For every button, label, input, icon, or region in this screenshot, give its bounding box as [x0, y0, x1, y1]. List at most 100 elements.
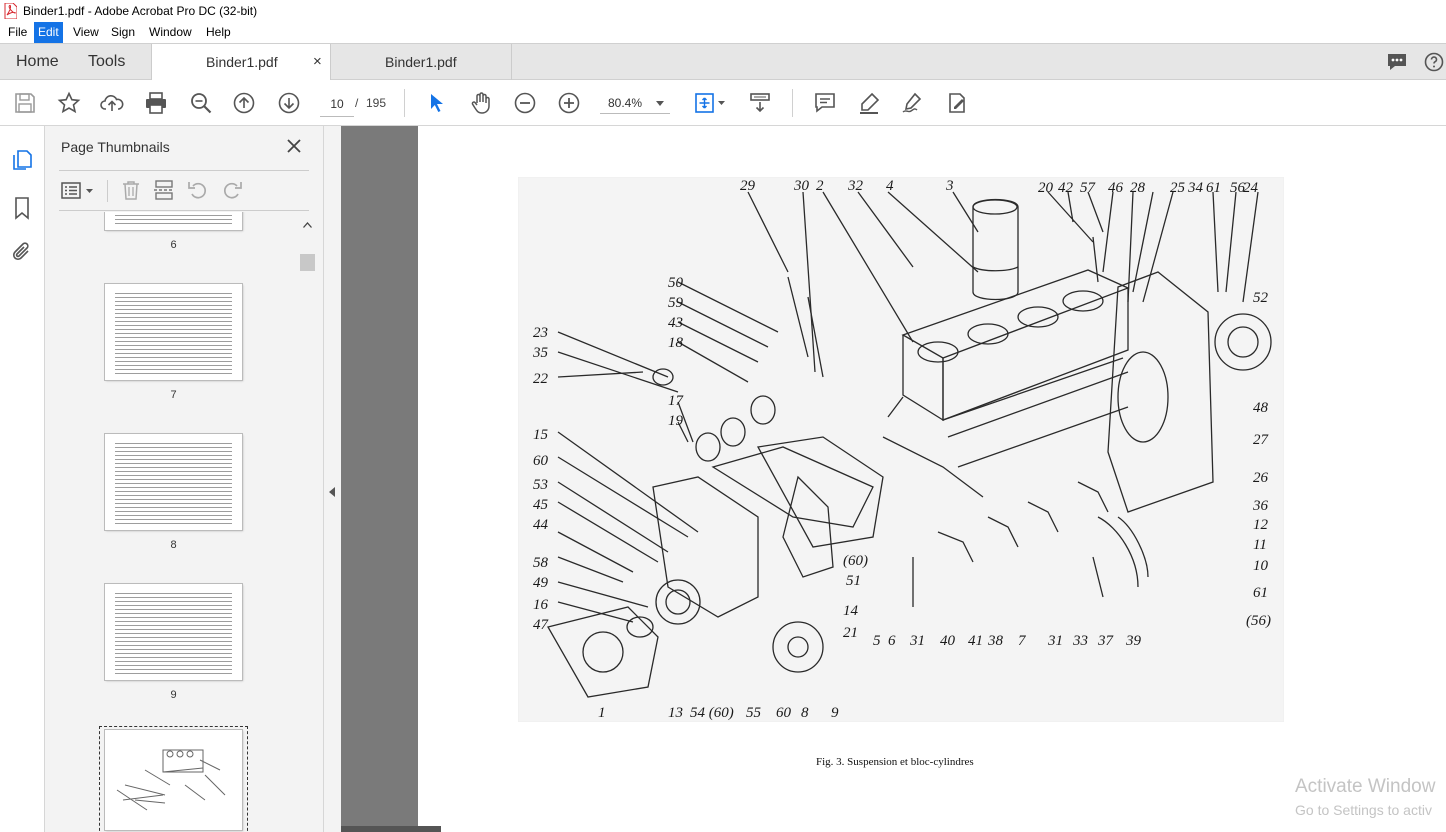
- figure-callout-number: 48: [1253, 400, 1269, 416]
- chevron-down-icon[interactable]: [656, 101, 664, 106]
- zoom-level-field[interactable]: 80.4%: [600, 92, 670, 114]
- page-thumbnails-panel: Page Thumbnails 6 7 8 9: [45, 126, 323, 832]
- tab-document-inactive[interactable]: Binder1.pdf: [331, 44, 512, 80]
- figure-callout-number: 30: [793, 178, 810, 194]
- zoom-search-icon[interactable]: [189, 91, 213, 115]
- page-fit-icon[interactable]: [693, 91, 727, 115]
- figure-callout-number: 45: [533, 497, 549, 513]
- thumbnail-page[interactable]: [105, 284, 242, 380]
- tab-document-active[interactable]: Binder1.pdf ×: [151, 44, 331, 80]
- figure-callout-number: 52: [1253, 290, 1269, 306]
- tab-bar: Home Tools Binder1.pdf × Binder1.pdf: [0, 43, 1446, 80]
- figure-callout-number: 13: [668, 705, 683, 721]
- print-icon[interactable]: [144, 91, 168, 115]
- thumbnail-page-number: 7: [170, 389, 177, 401]
- delete-trash-icon[interactable]: [120, 179, 142, 201]
- toolbar-divider: [404, 89, 405, 117]
- rotate-clockwise-icon[interactable]: [221, 179, 243, 201]
- thumbnail-page[interactable]: [105, 212, 242, 230]
- scroll-up-arrow-icon[interactable]: [303, 222, 312, 228]
- draw-freehand-icon[interactable]: [900, 91, 924, 115]
- thumbnail-figure-preview: [116, 749, 226, 811]
- page-count: 195: [366, 96, 387, 110]
- bookmarks-icon[interactable]: [10, 196, 34, 220]
- scrollbar-thumb[interactable]: [300, 254, 315, 271]
- menu-file[interactable]: File: [4, 22, 31, 43]
- engine-block-exploded-drawing: 29 30 2 32 4 3 20 42 57 46 28 25 34 61 562450594318233…: [518, 177, 1284, 722]
- figure-callout-number: 49: [533, 575, 549, 591]
- toolbar: / 195 80.4%: [0, 80, 1446, 126]
- figure-callout-number: 31: [1047, 633, 1063, 649]
- thumbnail-page[interactable]: [105, 434, 242, 530]
- figure-callout-number: 51: [846, 573, 861, 589]
- tab-document-label: Binder1.pdf: [385, 54, 457, 70]
- figure-callout-number: 50: [668, 275, 684, 291]
- menu-help[interactable]: Help: [202, 22, 235, 43]
- thumbnail-page-number: 9: [170, 689, 177, 701]
- figure-callout-number: 37: [1097, 633, 1115, 649]
- figure-callout-number: 42: [1058, 180, 1074, 196]
- menu-edit[interactable]: Edit: [34, 22, 63, 43]
- menu-view[interactable]: View: [69, 22, 103, 43]
- save-icon[interactable]: [13, 91, 37, 115]
- figure-callout-number: 28: [1130, 180, 1146, 196]
- highlight-pen-icon[interactable]: [857, 91, 881, 115]
- page-separator: /: [355, 96, 359, 110]
- panel-divider: [59, 210, 309, 211]
- hand-pan-icon[interactable]: [469, 91, 493, 115]
- panel-divider: [59, 170, 309, 171]
- insert-page-icon[interactable]: [153, 179, 175, 201]
- toolbar-divider: [792, 89, 793, 117]
- previous-page-icon[interactable]: [232, 91, 256, 115]
- rotate-counterclockwise-icon[interactable]: [187, 179, 209, 201]
- select-arrow-icon[interactable]: [425, 91, 449, 115]
- thumbnail-page[interactable]: [105, 584, 242, 680]
- comment-bubble-icon[interactable]: [1386, 52, 1408, 72]
- fill-sign-icon[interactable]: [945, 91, 969, 115]
- figure-callout-number: (56): [1246, 613, 1271, 629]
- figure-callout-number: 11: [1253, 537, 1267, 553]
- next-page-icon[interactable]: [277, 91, 301, 115]
- tab-close-icon[interactable]: ×: [313, 44, 322, 80]
- figure-callout-number: 31: [909, 633, 925, 649]
- panel-splitter[interactable]: [323, 126, 341, 832]
- figure-callout-number: 39: [1125, 633, 1142, 649]
- figure-callout-number: 6: [888, 633, 896, 649]
- figure-caption: Fig. 3. Suspension et bloc-cylindres: [816, 756, 974, 768]
- figure-callout-number: 61: [1206, 180, 1221, 196]
- figure-callout-number: 12: [1253, 517, 1269, 533]
- activation-watermark-title: Activate Window: [1295, 776, 1436, 797]
- figure-callout-number: 60: [776, 705, 792, 721]
- attachments-paperclip-icon[interactable]: [10, 240, 34, 264]
- tab-tools[interactable]: Tools: [88, 44, 125, 80]
- figure-callout-number: 25: [1170, 180, 1186, 196]
- figure-callout-number: 58: [533, 555, 549, 571]
- menu-sign[interactable]: Sign: [107, 22, 139, 43]
- title-bar: Binder1.pdf - Adobe Acrobat Pro DC (32-b…: [0, 0, 1446, 22]
- cloud-upload-icon[interactable]: [100, 91, 124, 115]
- thumbnail-page-number: 8: [170, 539, 177, 551]
- figure-callout-number: 22: [533, 371, 549, 387]
- acrobat-app-icon: [4, 3, 17, 19]
- page-thumbnails-icon[interactable]: [10, 148, 34, 172]
- figure-callout-number: 2: [816, 178, 824, 194]
- figure-callout-number: 26: [1253, 470, 1269, 486]
- zoom-out-icon[interactable]: [513, 91, 537, 115]
- thumbnail-page-current[interactable]: [105, 730, 242, 830]
- thumbnail-scrollbar[interactable]: [299, 216, 316, 832]
- scroll-mode-icon[interactable]: [748, 91, 772, 115]
- current-page-input[interactable]: [320, 92, 354, 117]
- tab-home[interactable]: Home: [16, 44, 59, 80]
- figure-callout-number: 40: [940, 633, 956, 649]
- figure-callout-number: 60: [533, 453, 549, 469]
- close-icon[interactable]: [285, 137, 303, 155]
- bookmark-star-icon[interactable]: [57, 91, 81, 115]
- figure-callout-number: 23: [533, 325, 548, 341]
- figure-callout-number: 54 (60): [690, 705, 734, 721]
- add-comment-icon[interactable]: [813, 91, 837, 115]
- help-icon[interactable]: [1424, 52, 1444, 72]
- zoom-in-icon[interactable]: [557, 91, 581, 115]
- collapse-panel-arrow-icon[interactable]: [329, 487, 336, 497]
- thumbnail-options-icon[interactable]: [61, 181, 95, 201]
- menu-window[interactable]: Window: [145, 22, 196, 43]
